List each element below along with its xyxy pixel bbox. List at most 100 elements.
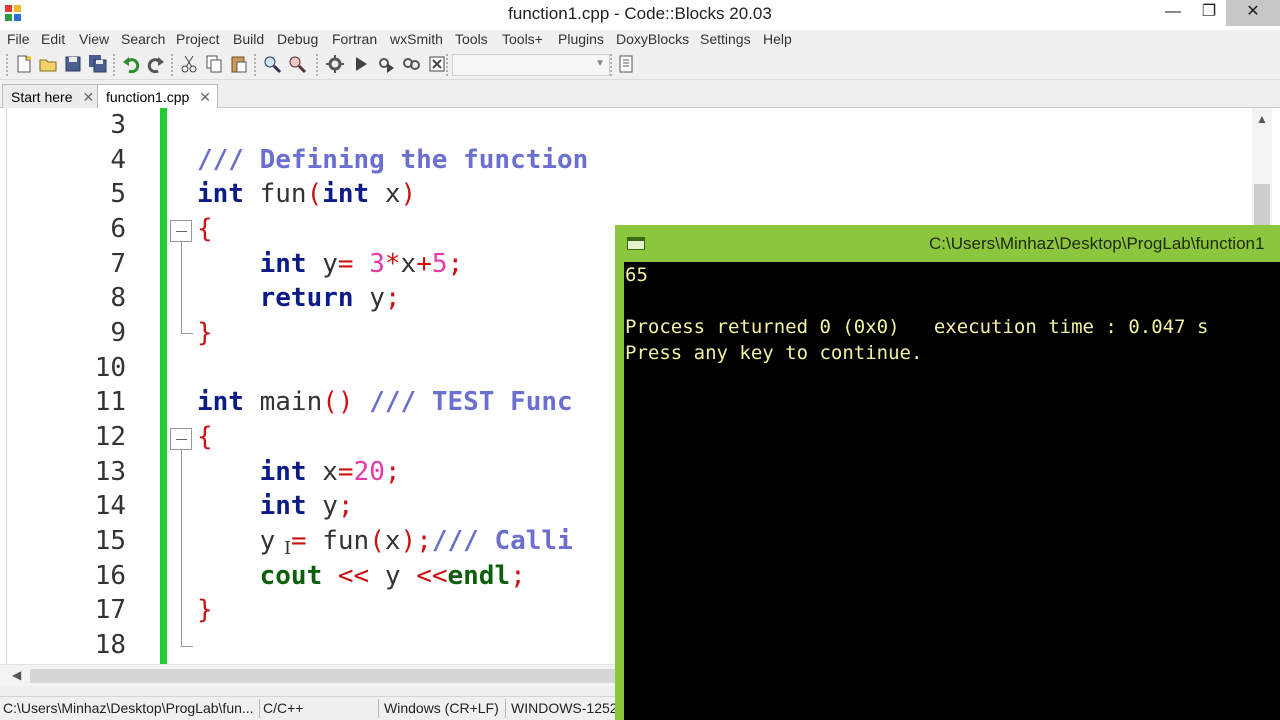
redo-icon[interactable] bbox=[146, 54, 166, 74]
code-line-11: int main() /// TEST Func bbox=[197, 385, 573, 419]
fold-toggle-main[interactable] bbox=[170, 428, 192, 450]
menu-wxsmith[interactable]: wxSmith bbox=[390, 31, 443, 47]
close-icon[interactable]: ✕ bbox=[82, 89, 94, 106]
code-operator: * bbox=[384, 249, 401, 279]
scroll-up-icon[interactable]: ▲ bbox=[1256, 112, 1268, 126]
rebuild-icon[interactable] bbox=[401, 54, 421, 74]
show-log-icon[interactable] bbox=[616, 54, 636, 74]
code-number: 3 bbox=[369, 249, 385, 279]
new-file-icon[interactable] bbox=[14, 54, 34, 74]
code-paren: ( bbox=[369, 526, 385, 556]
code-line-16: cout << y <<endl; bbox=[197, 559, 526, 593]
code-paren: ( bbox=[306, 179, 323, 209]
tab-function1-cpp[interactable]: function1.cpp ✕ bbox=[97, 84, 219, 109]
console-window[interactable]: C:\Users\Minhaz\Desktop\ProgLab\function… bbox=[615, 225, 1280, 720]
console-title: C:\Users\Minhaz\Desktop\ProgLab\function… bbox=[929, 234, 1265, 253]
code-brace: { bbox=[197, 422, 213, 452]
fold-line bbox=[181, 242, 182, 333]
code-paren: () bbox=[322, 387, 354, 417]
save-icon[interactable] bbox=[63, 54, 83, 74]
menu-debug[interactable]: Debug bbox=[277, 31, 318, 47]
status-encoding: WINDOWS-1252 bbox=[511, 700, 615, 716]
title-bar: function1.cpp - Code::Blocks 20.03 — ❐ ✕ bbox=[0, 0, 1280, 30]
code-operator: + bbox=[416, 249, 432, 279]
window-title: function1.cpp - Code::Blocks 20.03 bbox=[508, 4, 772, 23]
code-keyword: int bbox=[322, 179, 370, 209]
scroll-left-icon[interactable]: ◀ bbox=[12, 668, 21, 682]
console-output[interactable]: 65 Process returned 0 (0x0) execution ti… bbox=[624, 262, 1280, 720]
menu-build[interactable]: Build bbox=[233, 31, 264, 47]
scrollbar-thumb[interactable] bbox=[1254, 184, 1270, 230]
status-separator bbox=[378, 699, 379, 718]
code-identifier: x bbox=[306, 457, 338, 487]
tab-label: function1.cpp bbox=[106, 89, 190, 105]
line-number: 17 bbox=[94, 595, 126, 625]
code-semicolon: ; bbox=[384, 283, 401, 313]
open-icon[interactable] bbox=[38, 54, 58, 74]
code-comment: /// Calli bbox=[431, 526, 573, 556]
code-identifier: fun bbox=[243, 179, 307, 209]
code-identifier: y bbox=[306, 491, 338, 521]
code-line-15: y = fun(x);/// Calli bbox=[197, 524, 573, 558]
line-number: 16 bbox=[94, 561, 126, 591]
code-brace: { bbox=[197, 214, 213, 244]
gutter-edge bbox=[6, 108, 7, 664]
code-line-17: } bbox=[197, 593, 213, 627]
menu-settings[interactable]: Settings bbox=[700, 31, 751, 47]
menu-search[interactable]: Search bbox=[121, 31, 165, 47]
menu-help[interactable]: Help bbox=[763, 31, 792, 47]
toolbar-separator bbox=[446, 54, 450, 76]
code-line-9: } bbox=[197, 316, 213, 350]
build-target-combo[interactable]: ▼ bbox=[452, 54, 610, 76]
menu-tools[interactable]: Tools bbox=[455, 31, 488, 47]
menu-project[interactable]: Project bbox=[176, 31, 220, 47]
tab-start-here[interactable]: Start here ✕ bbox=[2, 84, 102, 108]
horizontal-scrollbar[interactable]: ◀ bbox=[0, 664, 616, 686]
paste-icon[interactable] bbox=[229, 54, 249, 74]
close-icon[interactable]: ✕ bbox=[199, 89, 211, 106]
toolbar-grip[interactable] bbox=[6, 54, 10, 76]
menu-tools-plus[interactable]: Tools+ bbox=[502, 31, 543, 47]
fold-end bbox=[181, 333, 193, 334]
undo-icon[interactable] bbox=[121, 54, 141, 74]
build-and-run-icon[interactable] bbox=[376, 54, 396, 74]
menu-file[interactable]: File bbox=[7, 31, 30, 47]
code-line-14: int y; bbox=[197, 489, 354, 523]
code-number: 20 bbox=[353, 457, 385, 487]
cut-icon[interactable] bbox=[179, 54, 199, 74]
abort-icon[interactable] bbox=[427, 54, 447, 74]
copy-icon[interactable] bbox=[204, 54, 224, 74]
editor-tab-bar: Start here ✕ function1.cpp ✕ bbox=[0, 82, 1280, 109]
status-file-path: C:\Users\Minhaz\Desktop\ProgLab\fun... bbox=[3, 700, 254, 716]
code-keyword: return bbox=[259, 283, 354, 313]
toolbar-separator bbox=[610, 54, 614, 76]
menu-fortran[interactable]: Fortran bbox=[332, 31, 377, 47]
replace-icon[interactable] bbox=[287, 54, 307, 74]
menu-edit[interactable]: Edit bbox=[41, 31, 65, 47]
console-line: 65 bbox=[625, 264, 648, 286]
code-identifier: y bbox=[306, 249, 338, 279]
fold-toggle-fun[interactable] bbox=[170, 220, 192, 242]
code-line-7: int y= 3*x+5; bbox=[197, 247, 464, 281]
close-button[interactable]: ✕ bbox=[1226, 0, 1280, 26]
status-line-endings: Windows (CR+LF) bbox=[384, 700, 499, 716]
save-all-icon[interactable] bbox=[88, 54, 108, 74]
line-number: 4 bbox=[110, 145, 126, 175]
scrollbar-thumb[interactable] bbox=[30, 669, 616, 683]
find-icon[interactable] bbox=[262, 54, 282, 74]
menu-view[interactable]: View bbox=[79, 31, 109, 47]
code-keyword: int bbox=[197, 387, 244, 417]
console-title-bar[interactable]: C:\Users\Minhaz\Desktop\ProgLab\function… bbox=[615, 225, 1280, 262]
menu-plugins[interactable]: Plugins bbox=[558, 31, 604, 47]
menu-doxyblocks[interactable]: DoxyBlocks bbox=[616, 31, 689, 47]
code-identifier: y bbox=[384, 561, 417, 591]
console-window-icon bbox=[627, 237, 645, 250]
toolbar-separator bbox=[113, 54, 117, 76]
code-semicolon: ; bbox=[510, 561, 526, 591]
run-icon[interactable] bbox=[351, 54, 371, 74]
code-keyword: int bbox=[259, 491, 307, 521]
fold-line bbox=[181, 450, 182, 646]
build-icon[interactable] bbox=[325, 54, 345, 74]
